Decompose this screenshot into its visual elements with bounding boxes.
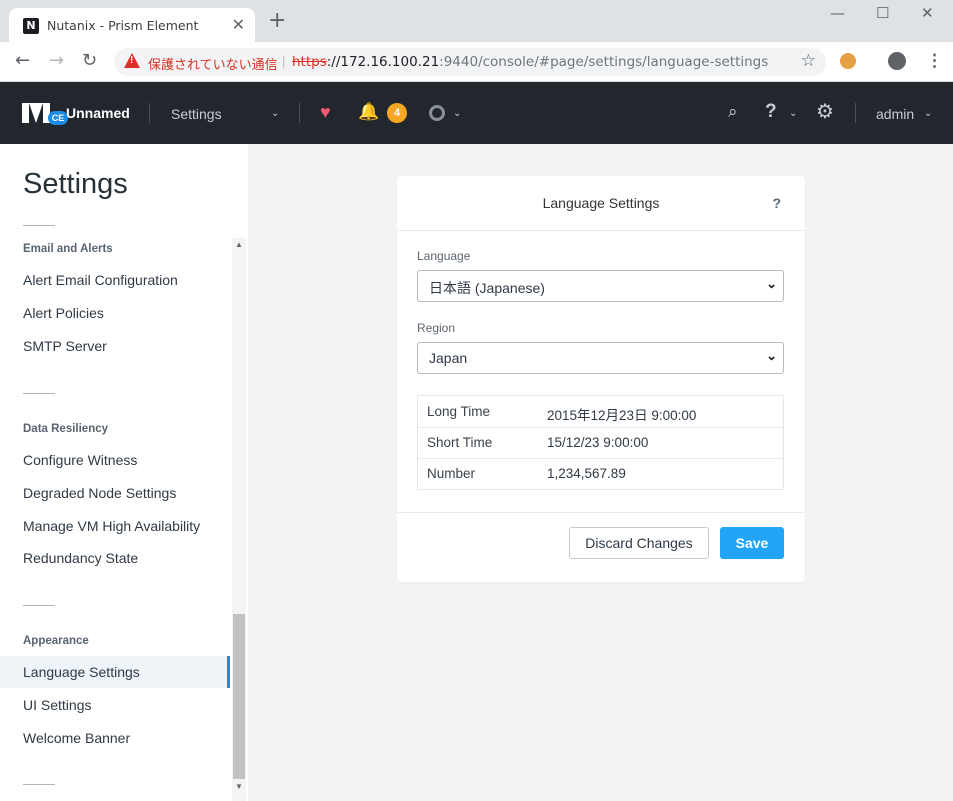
sidebar-scroll-thumb[interactable] xyxy=(233,614,245,779)
group-divider xyxy=(23,605,55,606)
browser-menu-icon[interactable]: ⋮ xyxy=(926,51,943,71)
tab-title: Nutanix - Prism Element xyxy=(47,18,199,33)
table-row: Number 1,234,567.89 xyxy=(418,458,783,489)
tab-close-icon[interactable]: ✕ xyxy=(232,15,245,34)
format-key: Short Time xyxy=(427,435,493,450)
extension-icon[interactable] xyxy=(840,53,856,69)
chevron-down-icon[interactable]: ⌄ xyxy=(924,108,932,119)
nutanix-favicon-icon: N xyxy=(23,18,39,34)
header-divider xyxy=(299,103,300,123)
main-menu-dropdown[interactable]: Settings xyxy=(171,106,222,122)
scroll-up-arrow-icon[interactable]: ▲ xyxy=(235,240,243,249)
bell-icon[interactable]: 🔔 xyxy=(358,102,379,122)
url-scheme: https xyxy=(292,54,327,70)
header-divider xyxy=(855,103,856,123)
group-divider xyxy=(23,784,55,785)
panel-header: Language Settings ? xyxy=(397,176,805,231)
sidebar-item-welcome-banner[interactable]: Welcome Banner xyxy=(0,722,230,754)
minimize-icon[interactable]: — xyxy=(830,4,845,22)
chevron-down-icon: ⌄ xyxy=(766,276,777,291)
sidebar-item-degraded-node-settings[interactable]: Degraded Node Settings xyxy=(0,477,230,509)
url-text[interactable]: https://172.16.100.21:9440/console/#page… xyxy=(292,54,768,70)
language-selected-value: 日本語 (Japanese) xyxy=(429,280,545,296)
forward-icon[interactable]: → xyxy=(49,50,64,72)
group-heading-email-and-alerts: Email and Alerts xyxy=(23,243,113,255)
header-divider xyxy=(149,103,150,123)
panel-footer-divider xyxy=(397,512,805,513)
gear-icon[interactable]: ⚙ xyxy=(816,99,834,124)
sidebar-item-alert-email-configuration[interactable]: Alert Email Configuration xyxy=(0,264,230,296)
sidebar-item-language-settings[interactable]: Language Settings xyxy=(0,656,230,688)
chevron-down-icon: ⌄ xyxy=(766,348,777,363)
alert-count-badge[interactable]: 4 xyxy=(387,103,407,123)
bookmark-star-icon[interactable]: ☆ xyxy=(801,51,816,71)
table-row: Short Time 15/12/23 9:00:00 xyxy=(418,427,783,459)
panel-title: Language Settings xyxy=(542,195,660,211)
maximize-icon[interactable]: ☐ xyxy=(876,4,889,22)
group-heading-data-resiliency: Data Resiliency xyxy=(23,423,109,435)
help-icon[interactable]: ? xyxy=(772,195,781,211)
help-icon[interactable]: ? xyxy=(765,101,777,123)
ce-badge: CE xyxy=(48,111,68,125)
tasks-circle-icon[interactable] xyxy=(429,105,445,121)
cluster-name[interactable]: Unnamed xyxy=(66,105,130,121)
back-icon[interactable]: ← xyxy=(15,50,30,72)
sidebar-item-alert-policies[interactable]: Alert Policies xyxy=(0,297,230,329)
format-key: Long Time xyxy=(427,404,491,419)
url-path: :9440/console/#page/settings/language-se… xyxy=(439,54,769,70)
window-close-icon[interactable]: ✕ xyxy=(921,4,934,22)
table-row: Long Time 2015年12月23日 9:00:00 xyxy=(418,396,783,428)
group-divider xyxy=(23,225,55,226)
health-heart-icon[interactable]: ♥ xyxy=(320,102,331,123)
chevron-down-icon[interactable]: ⌄ xyxy=(453,108,461,119)
prism-header: CE Unnamed Settings ⌄ ♥ 🔔 4 ⌄ ⌕ ? ⌄ ⚙ ad… xyxy=(0,82,953,144)
format-value: 15/12/23 9:00:00 xyxy=(547,435,649,450)
reload-icon[interactable]: ↻ xyxy=(82,50,97,72)
warning-icon: ! xyxy=(124,53,140,68)
address-separator: | xyxy=(282,54,286,69)
language-select[interactable]: 日本語 (Japanese) ⌄ xyxy=(417,270,784,302)
url-host: ://172.16.100.21 xyxy=(326,54,440,70)
nutanix-logo-icon[interactable] xyxy=(22,103,50,123)
region-select[interactable]: Japan ⌄ xyxy=(417,342,784,374)
sidebar-item-smtp-server[interactable]: SMTP Server xyxy=(0,330,230,362)
format-preview-table: Long Time 2015年12月23日 9:00:00 Short Time… xyxy=(417,395,784,490)
language-settings-panel: Language Settings ? Language 日本語 (Japane… xyxy=(397,176,805,582)
browser-toolbar: ← → ↻ ! 保護されていない通信 | https://172.16.100.… xyxy=(0,42,953,82)
sidebar-item-manage-vm-high-availability[interactable]: Manage VM High Availability xyxy=(0,510,230,542)
new-tab-button[interactable]: + xyxy=(268,10,286,32)
group-heading-appearance: Appearance xyxy=(23,635,89,647)
save-button[interactable]: Save xyxy=(720,527,784,559)
format-key: Number xyxy=(427,466,476,481)
chevron-down-icon[interactable]: ⌄ xyxy=(789,108,797,119)
sidebar-item-ui-settings[interactable]: UI Settings xyxy=(0,689,230,721)
format-value: 1,234,567.89 xyxy=(547,466,626,481)
format-value: 2015年12月23日 9:00:00 xyxy=(547,408,697,423)
browser-tab[interactable]: N Nutanix - Prism Element ✕ xyxy=(9,8,255,42)
region-label: Region xyxy=(417,321,456,335)
settings-sidebar: Settings Email and Alerts Alert Email Co… xyxy=(0,144,248,801)
browser-tab-strip: N Nutanix - Prism Element ✕ + — ☐ ✕ xyxy=(0,0,953,42)
region-selected-value: Japan xyxy=(429,350,468,366)
address-bar[interactable]: ! 保護されていない通信 | https://172.16.100.21:944… xyxy=(114,48,826,76)
search-icon[interactable]: ⌕ xyxy=(728,102,738,122)
security-indicator[interactable]: 保護されていない通信 xyxy=(148,54,278,73)
sidebar-title: Settings xyxy=(23,168,128,200)
scroll-down-arrow-icon[interactable]: ▼ xyxy=(235,782,243,791)
sidebar-item-configure-witness[interactable]: Configure Witness xyxy=(0,444,230,476)
user-menu[interactable]: admin xyxy=(876,106,914,122)
language-label: Language xyxy=(417,249,471,263)
group-divider xyxy=(23,393,55,394)
discard-changes-button[interactable]: Discard Changes xyxy=(569,527,709,559)
sidebar-item-redundancy-state[interactable]: Redundancy State xyxy=(0,542,230,574)
profile-avatar-icon[interactable] xyxy=(888,52,906,70)
chevron-down-icon[interactable]: ⌄ xyxy=(271,108,279,119)
